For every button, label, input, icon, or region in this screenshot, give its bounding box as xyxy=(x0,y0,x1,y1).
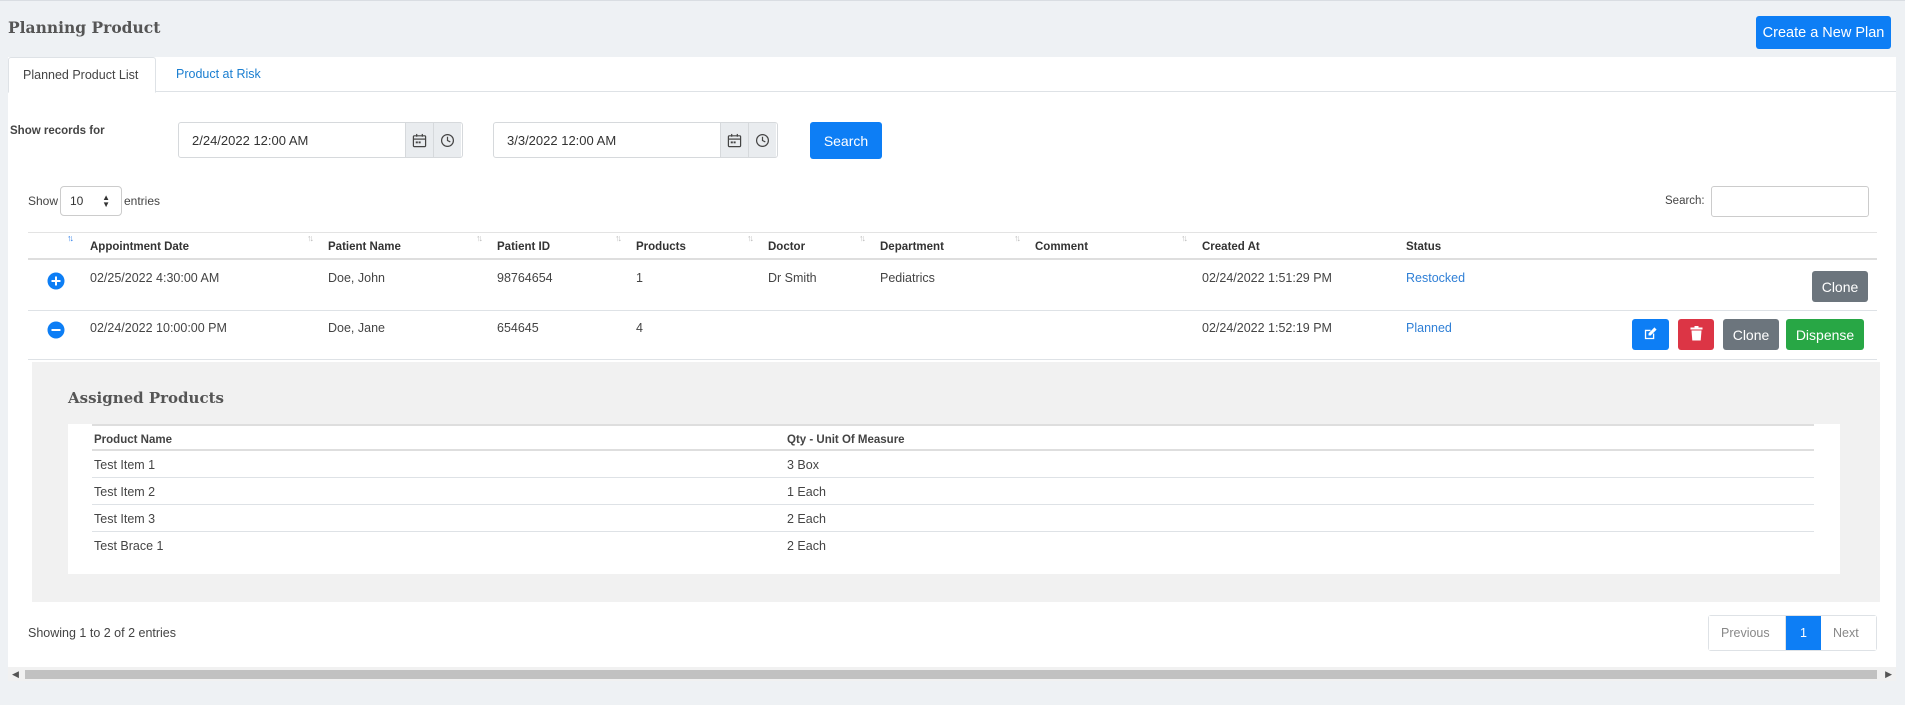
product-row: Test Item 3 2 Each xyxy=(92,505,1814,532)
page-length-select[interactable]: 10 ▲ ▼ xyxy=(60,186,122,216)
page-1-button[interactable]: 1 xyxy=(1786,616,1821,650)
assigned-products-panel: Assigned Products Product Name Qty - Uni… xyxy=(32,362,1880,602)
create-new-plan-button[interactable]: Create a New Plan xyxy=(1756,16,1891,49)
col-patient-id[interactable]: Patient ID xyxy=(497,241,550,253)
cell-doctor: Dr Smith xyxy=(768,271,817,285)
end-date-group xyxy=(493,122,778,158)
status-link[interactable]: Restocked xyxy=(1406,271,1465,285)
previous-page-button[interactable]: Previous xyxy=(1709,616,1786,650)
cell-department: Pediatrics xyxy=(880,271,935,285)
col-department[interactable]: Department xyxy=(880,241,944,253)
product-name: Test Item 3 xyxy=(94,512,156,526)
sort-icon[interactable]: ↑↓ xyxy=(615,233,622,243)
page-length-value: 10 xyxy=(70,194,84,208)
tab-bar: Planned Product List Product at Risk xyxy=(8,57,1896,93)
clock-icon[interactable] xyxy=(433,123,461,157)
collapse-minus-icon[interactable] xyxy=(47,321,65,339)
table-row: 02/25/2022 4:30:00 AM Doe, John 98764654… xyxy=(28,261,1877,311)
search-button[interactable]: Search xyxy=(810,122,882,159)
calendar-icon[interactable] xyxy=(720,123,748,157)
table-info: Showing 1 to 2 of 2 entries xyxy=(28,626,177,640)
tab-planned-product-list[interactable]: Planned Product List xyxy=(8,57,156,93)
cell-products: 4 xyxy=(636,321,643,335)
col-qty-unit: Qty - Unit Of Measure xyxy=(787,434,905,446)
product-row: Test Brace 1 2 Each xyxy=(92,532,1814,559)
calendar-icon[interactable] xyxy=(405,123,433,157)
expand-plus-icon[interactable] xyxy=(47,272,65,290)
product-qty: 1 Each xyxy=(787,485,826,499)
delete-button[interactable] xyxy=(1678,319,1714,350)
table-search-label: Search: xyxy=(1665,195,1705,207)
cell-patient-name: Doe, Jane xyxy=(328,321,385,335)
cell-patient-id: 98764654 xyxy=(497,271,553,285)
page-title: Planning Product xyxy=(8,18,161,37)
cell-patient-id: 654645 xyxy=(497,321,539,335)
product-qty: 3 Box xyxy=(787,458,819,472)
pagination: Previous 1 Next xyxy=(1708,615,1877,651)
show-label: Show xyxy=(28,194,59,208)
table-header: ↑↓ Appointment Date ↑↓ Patient Name ↑↓ P… xyxy=(28,232,1877,260)
cell-created-at: 02/24/2022 1:52:19 PM xyxy=(1202,321,1332,335)
assigned-products-title: Assigned Products xyxy=(68,389,224,407)
status-link[interactable]: Planned xyxy=(1406,321,1452,335)
dispense-button[interactable]: Dispense xyxy=(1786,319,1864,350)
assigned-products-header: Product Name Qty - Unit Of Measure xyxy=(92,424,1814,451)
select-arrows-icon: ▲ ▼ xyxy=(102,193,110,209)
col-products[interactable]: Products xyxy=(636,241,686,253)
table-row: 02/24/2022 10:00:00 PM Doe, Jane 654645 … xyxy=(28,311,1877,360)
col-status[interactable]: Status xyxy=(1406,241,1441,253)
cell-patient-name: Doe, John xyxy=(328,271,385,285)
col-doctor[interactable]: Doctor xyxy=(768,241,805,253)
edit-icon xyxy=(1644,326,1657,339)
trash-icon xyxy=(1690,325,1702,340)
product-row: Test Item 1 3 Box xyxy=(92,451,1814,478)
end-date-input[interactable] xyxy=(494,123,719,157)
col-appointment-date[interactable]: Appointment Date xyxy=(90,241,189,253)
top-border xyxy=(0,0,1905,4)
scroll-left-icon[interactable]: ◀ xyxy=(12,669,19,680)
sort-icon[interactable]: ↑↓ xyxy=(859,233,866,243)
entries-label: entries xyxy=(124,194,161,208)
scroll-right-icon[interactable]: ▶ xyxy=(1885,669,1892,680)
scrollbar-thumb[interactable] xyxy=(25,670,1877,679)
product-qty: 2 Each xyxy=(787,512,826,526)
start-date-input[interactable] xyxy=(179,123,404,157)
tab-product-at-risk[interactable]: Product at Risk xyxy=(162,57,275,93)
sort-icon[interactable]: ↑↓ xyxy=(1181,233,1188,243)
col-comment[interactable]: Comment xyxy=(1035,241,1088,253)
col-created-at[interactable]: Created At xyxy=(1202,241,1260,253)
cell-products: 1 xyxy=(636,271,643,285)
show-records-label: Show records for xyxy=(10,125,105,137)
cell-created-at: 02/24/2022 1:51:29 PM xyxy=(1202,271,1332,285)
table-search-input[interactable] xyxy=(1711,186,1869,217)
clone-button[interactable]: Clone xyxy=(1723,319,1779,350)
product-name: Test Item 1 xyxy=(94,458,156,472)
start-date-group xyxy=(178,122,463,158)
clock-icon[interactable] xyxy=(748,123,776,157)
next-page-button[interactable]: Next xyxy=(1821,616,1876,650)
product-qty: 2 Each xyxy=(787,539,826,553)
sort-icon[interactable]: ↑↓ xyxy=(476,233,483,243)
sort-icon[interactable]: ↑↓ xyxy=(307,233,314,243)
product-name: Test Brace 1 xyxy=(94,539,164,553)
cell-appointment-date: 02/24/2022 10:00:00 PM xyxy=(90,321,227,335)
assigned-products-card: Product Name Qty - Unit Of Measure Test … xyxy=(68,424,1840,574)
col-patient-name[interactable]: Patient Name xyxy=(328,241,401,253)
sort-icon[interactable]: ↑↓ xyxy=(1014,233,1021,243)
clone-button[interactable]: Clone xyxy=(1812,271,1868,302)
col-product-name: Product Name xyxy=(94,434,172,446)
sort-icon[interactable]: ↑↓ xyxy=(747,233,754,243)
sort-asc-icon[interactable]: ↑↓ xyxy=(67,233,74,243)
product-name: Test Item 2 xyxy=(94,485,156,499)
edit-button[interactable] xyxy=(1632,319,1669,350)
cell-appointment-date: 02/25/2022 4:30:00 AM xyxy=(90,271,220,285)
horizontal-scrollbar[interactable]: ◀ ▶ xyxy=(8,667,1896,681)
product-row: Test Item 2 1 Each xyxy=(92,478,1814,505)
